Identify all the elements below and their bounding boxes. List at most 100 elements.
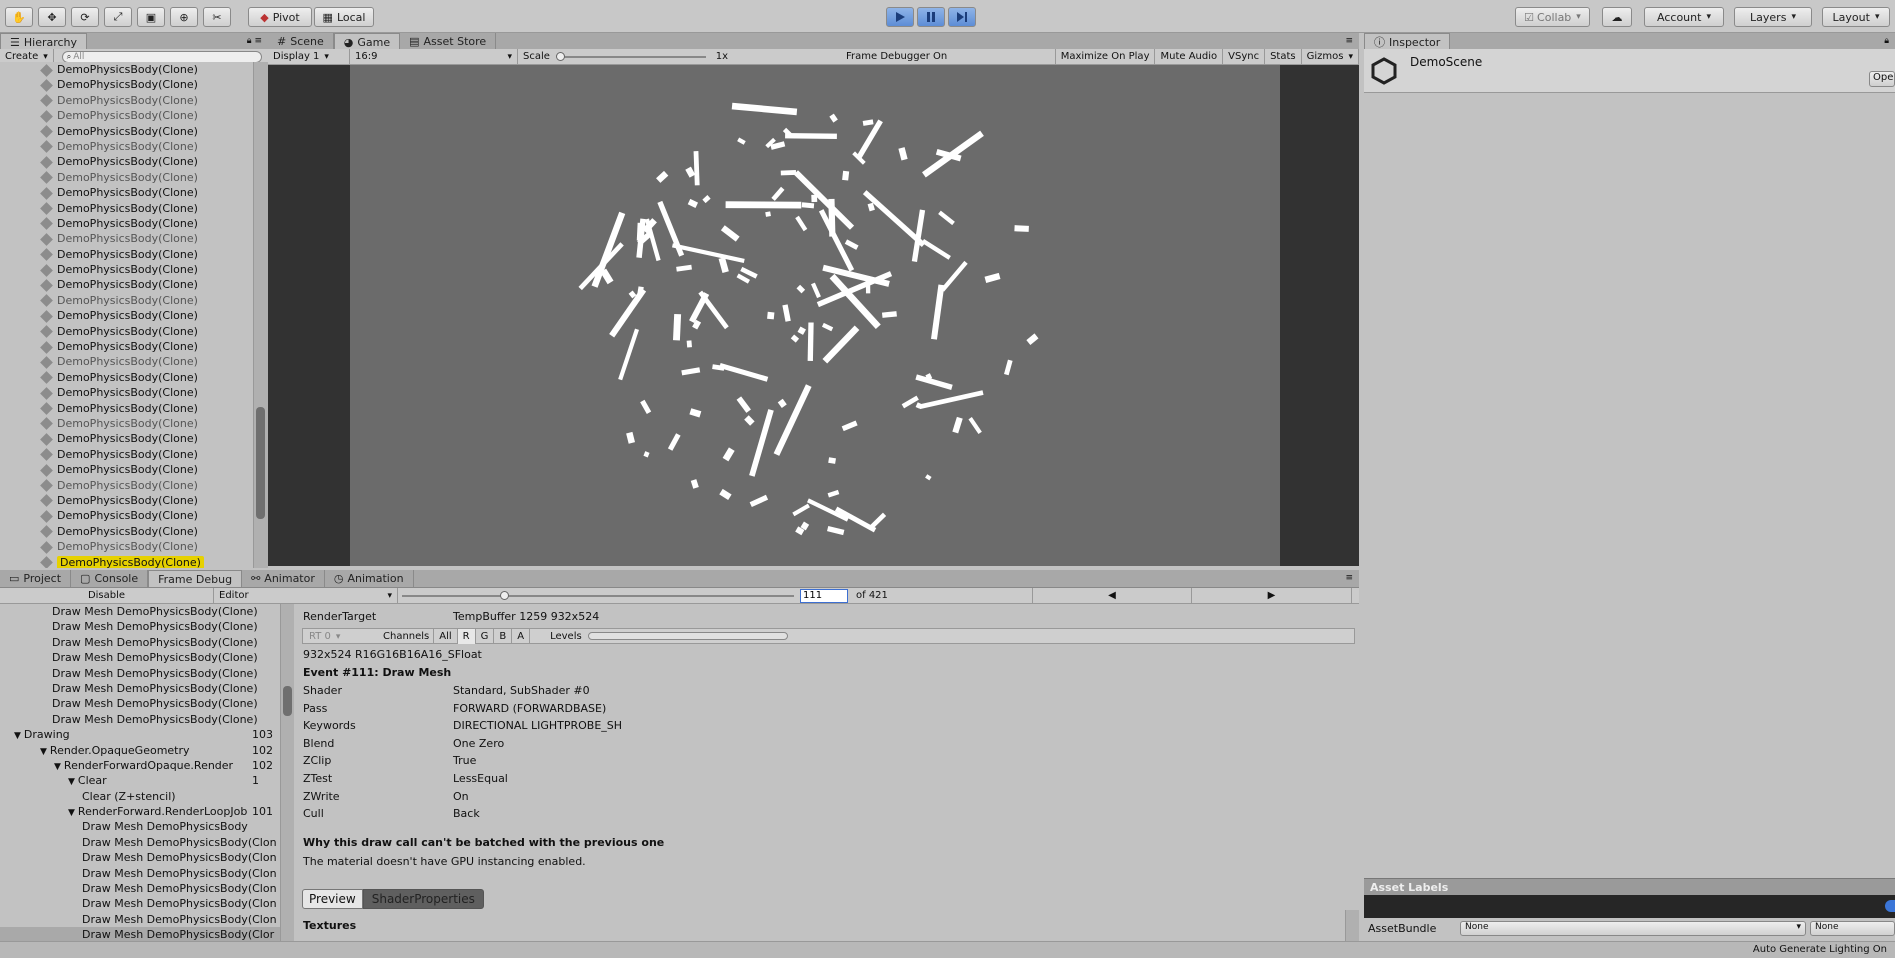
hierarchy-item[interactable]: DemoPhysicsBody(Clone) bbox=[0, 77, 253, 92]
next-event-button[interactable]: ▶ bbox=[1192, 588, 1352, 603]
asset-bundle-dropdown[interactable]: None bbox=[1460, 921, 1806, 936]
display-dropdown[interactable]: Display 1 bbox=[268, 49, 350, 64]
layers-dropdown[interactable]: Layers bbox=[1734, 7, 1812, 27]
frame-event-row[interactable]: Draw Mesh DemoPhysicsBody(Clon bbox=[0, 866, 280, 881]
hierarchy-item[interactable]: DemoPhysicsBody(Clone) bbox=[0, 170, 253, 185]
preview-tab[interactable]: Preview bbox=[302, 889, 363, 909]
channel-g-button[interactable]: G bbox=[476, 628, 495, 644]
asset-labels-header[interactable]: Asset Labels bbox=[1364, 878, 1895, 895]
stats-toggle[interactable]: Stats bbox=[1265, 49, 1302, 64]
pivot-toggle[interactable]: ◆ Pivot bbox=[248, 7, 312, 27]
hierarchy-item[interactable]: DemoPhysicsBody(Clone) bbox=[0, 447, 253, 462]
frame-event-row[interactable]: ▼ RenderForwardOpaque.Render 102 bbox=[0, 758, 280, 773]
hierarchy-search[interactable]: ⌕ All bbox=[61, 50, 262, 63]
frame-event-row[interactable]: Draw Mesh DemoPhysicsBody(Clone) bbox=[0, 712, 280, 727]
game-view[interactable] bbox=[268, 65, 1359, 566]
hierarchy-item[interactable]: DemoPhysicsBody(Clone) bbox=[0, 247, 253, 262]
mute-audio-toggle[interactable]: Mute Audio bbox=[1155, 49, 1224, 64]
asset-bundle-variant-dropdown[interactable]: None bbox=[1810, 921, 1895, 936]
levels-slider[interactable] bbox=[587, 632, 788, 640]
hierarchy-item[interactable]: DemoPhysicsBody(Clone) bbox=[0, 93, 253, 108]
hierarchy-item[interactable]: DemoPhysicsBody(Clone) bbox=[0, 262, 253, 277]
frame-event-row[interactable]: Draw Mesh DemoPhysicsBody(Clone) bbox=[0, 650, 280, 665]
hierarchy-item[interactable]: DemoPhysicsBody(Clone) bbox=[0, 478, 253, 493]
hierarchy-item[interactable]: DemoPhysicsBody(Clone) bbox=[0, 462, 253, 477]
tab-scene[interactable]: # Scene bbox=[268, 33, 334, 50]
frame-event-row[interactable]: ▼ Clear 1 bbox=[0, 773, 280, 788]
hierarchy-item[interactable]: DemoPhysicsBody(Clone) bbox=[0, 216, 253, 231]
scale-tool-icon[interactable]: ⤢ bbox=[104, 7, 132, 27]
hierarchy-item[interactable]: DemoPhysicsBody(Clone) bbox=[0, 139, 253, 154]
channel-r-button[interactable]: R bbox=[457, 628, 476, 644]
hierarchy-item[interactable]: DemoPhysicsBody(Clone) bbox=[0, 339, 253, 354]
tab-animator[interactable]: ⚯ Animator bbox=[242, 570, 325, 587]
aspect-dropdown[interactable]: 16:9 bbox=[350, 49, 518, 64]
layout-dropdown[interactable]: Layout bbox=[1822, 7, 1890, 27]
inspector-lock-icon[interactable]: 🔒︎ bbox=[1884, 36, 1889, 46]
hierarchy-scrollbar[interactable] bbox=[253, 62, 268, 568]
open-button[interactable]: Ope bbox=[1869, 71, 1895, 87]
scale-slider[interactable] bbox=[555, 51, 706, 61]
frame-event-row[interactable]: Draw Mesh DemoPhysicsBody(Clone) bbox=[0, 635, 280, 650]
frame-event-row[interactable]: Draw Mesh DemoPhysicsBody(Clon bbox=[0, 850, 280, 865]
hierarchy-item[interactable]: DemoPhysicsBody(Clone) bbox=[0, 308, 253, 323]
custom-tool-icon[interactable]: ✂ bbox=[203, 7, 231, 27]
hierarchy-item[interactable]: DemoPhysicsBody(Clone) bbox=[0, 124, 253, 139]
event-tree-scrollbar[interactable] bbox=[280, 604, 294, 941]
frame-event-row[interactable]: Draw Mesh DemoPhysicsBody(Clon bbox=[0, 881, 280, 896]
move-tool-icon[interactable]: ✥ bbox=[38, 7, 66, 27]
frame-event-row[interactable]: Draw Mesh DemoPhysicsBody(Clon bbox=[0, 896, 280, 911]
tab-frame-debug[interactable]: Frame Debug bbox=[148, 570, 243, 587]
rotate-tool-icon[interactable]: ⟳ bbox=[71, 7, 99, 27]
local-toggle[interactable]: ▦ Local bbox=[314, 7, 374, 27]
cloud-button[interactable]: ☁ bbox=[1602, 7, 1632, 27]
prev-event-button[interactable]: ◀ bbox=[1032, 588, 1192, 603]
hierarchy-item[interactable]: DemoPhysicsBody(Clone) bbox=[0, 231, 253, 246]
lock-icon[interactable]: 🔒︎ ≡ bbox=[247, 36, 262, 46]
channel-all-button[interactable]: All bbox=[433, 628, 458, 644]
hierarchy-item[interactable]: DemoPhysicsBody(Clone) bbox=[0, 524, 253, 539]
hierarchy-item[interactable]: DemoPhysicsBody(Clone) bbox=[0, 154, 253, 169]
play-button[interactable] bbox=[886, 7, 914, 27]
hierarchy-item[interactable]: DemoPhysicsBody(Clone) bbox=[0, 354, 253, 369]
hierarchy-item[interactable]: DemoPhysicsBody(Clone) bbox=[0, 539, 253, 554]
gizmos-dropdown[interactable]: Gizmos bbox=[1302, 49, 1359, 64]
channel-a-button[interactable]: A bbox=[512, 628, 531, 644]
frame-event-row[interactable]: Draw Mesh DemoPhysicsBody(Clon bbox=[0, 912, 280, 927]
hierarchy-item[interactable]: DemoPhysicsBody(Clone) bbox=[0, 431, 253, 446]
tab-project[interactable]: ▭ Project bbox=[0, 570, 72, 587]
pause-button[interactable] bbox=[917, 7, 945, 27]
disable-button[interactable]: Disable bbox=[0, 588, 214, 603]
panel-menu-icon[interactable]: ≡ bbox=[1345, 36, 1353, 46]
tab-game[interactable]: ◕ Game bbox=[333, 33, 401, 50]
hierarchy-item[interactable]: DemoPhysicsBody(Clone) bbox=[0, 108, 253, 123]
rect-tool-icon[interactable]: ▣ bbox=[137, 7, 165, 27]
frame-event-row[interactable]: ▼ Drawing 103 bbox=[0, 727, 280, 742]
frame-event-row[interactable]: Draw Mesh DemoPhysicsBody bbox=[0, 819, 280, 834]
hierarchy-item[interactable]: DemoPhysicsBody(Clone) bbox=[0, 277, 253, 292]
frame-event-row[interactable]: Draw Mesh DemoPhysicsBody(Clor bbox=[0, 927, 280, 941]
tab-animation[interactable]: ◷ Animation bbox=[325, 570, 414, 587]
hierarchy-item[interactable]: DemoPhysicsBody(Clone) bbox=[0, 370, 253, 385]
transform-tool-icon[interactable]: ⊕ bbox=[170, 7, 198, 27]
hierarchy-item[interactable]: DemoPhysicsBody(Clone) bbox=[0, 385, 253, 400]
frame-event-row[interactable]: ▼ Render.OpaqueGeometry 102 bbox=[0, 743, 280, 758]
vsync-toggle[interactable]: VSync bbox=[1223, 49, 1266, 64]
collab-dropdown[interactable]: ☑ Collab bbox=[1515, 7, 1590, 27]
bottom-panel-menu-icon[interactable]: ≡ bbox=[1345, 573, 1353, 583]
event-index-input[interactable] bbox=[800, 588, 848, 603]
hierarchy-item[interactable]: DemoPhysicsBody(Clone) bbox=[0, 185, 253, 200]
tab-hierarchy[interactable]: ☰ Hierarchy bbox=[0, 33, 88, 50]
frame-event-row[interactable]: Draw Mesh DemoPhysicsBody(Clon bbox=[0, 835, 280, 850]
frame-event-row[interactable]: Clear (Z+stencil) bbox=[0, 789, 280, 804]
event-slider-thumb[interactable] bbox=[499, 590, 509, 600]
hierarchy-item[interactable]: DemoPhysicsBody(Clone) bbox=[0, 201, 253, 216]
frame-event-row[interactable]: Draw Mesh DemoPhysicsBody(Clone) bbox=[0, 681, 280, 696]
event-tree-scroll-thumb[interactable] bbox=[283, 686, 292, 716]
frame-event-row[interactable]: Draw Mesh DemoPhysicsBody(Clone) bbox=[0, 604, 280, 619]
hierarchy-item[interactable]: DemoPhysicsBody(Clone) bbox=[0, 62, 253, 77]
rt-dropdown[interactable]: RT 0 bbox=[303, 631, 373, 642]
frame-event-row[interactable]: Draw Mesh DemoPhysicsBody(Clone) bbox=[0, 619, 280, 634]
channel-b-button[interactable]: B bbox=[494, 628, 513, 644]
hierarchy-item[interactable]: DemoPhysicsBody(Clone) bbox=[0, 416, 253, 431]
